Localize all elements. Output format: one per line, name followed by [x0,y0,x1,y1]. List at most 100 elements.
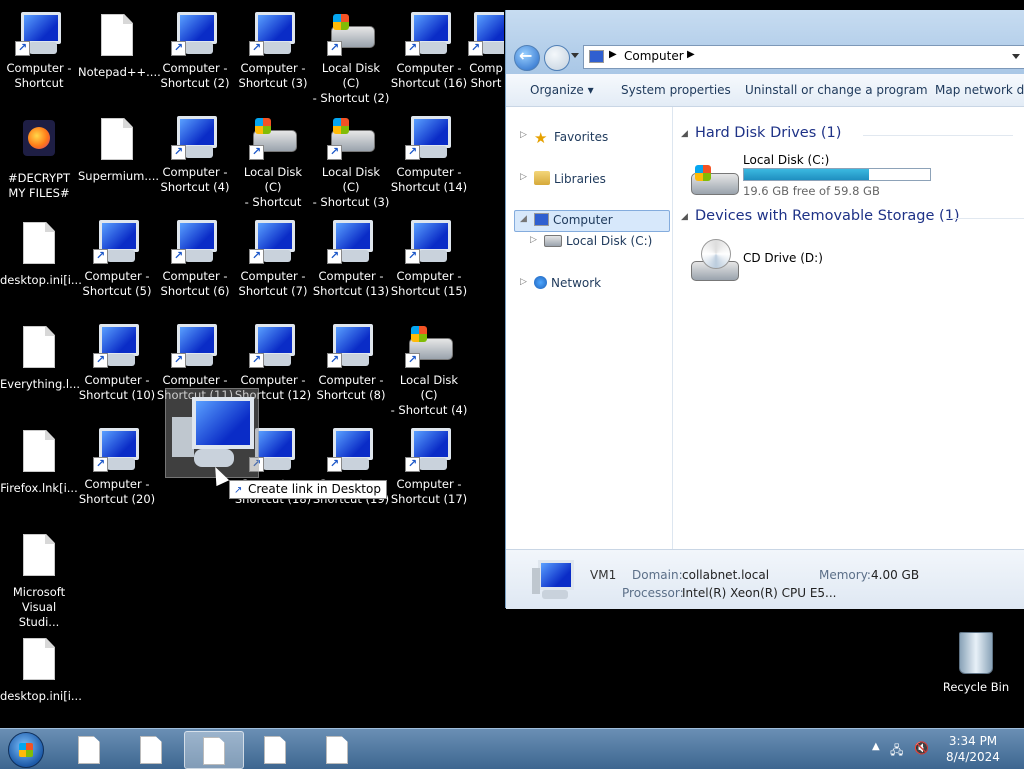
chevron-right-icon[interactable]: ▶ [609,49,617,60]
recycle-bin-icon[interactable]: Recycle Bin [940,630,1012,694]
forward-button[interactable] [544,45,570,71]
desktop-icon[interactable]: ↗ Computer - Shortcut (4) [156,114,234,195]
taskbar-item[interactable] [122,731,180,767]
local-disk-shortcut-icon: ↗ [327,10,375,58]
desktop-icon[interactable]: ↗ Computer - Shortcut (7) [234,218,312,299]
desktop-icon-label: Local Disk (C) - Shortcut [243,165,303,209]
taskbar-item[interactable] [60,731,118,767]
group-collapse-icon[interactable]: ◢ [681,212,688,222]
organize-button[interactable]: Organize ▾ [530,83,594,97]
explorer-window[interactable]: ▶ Computer ▶ Organize ▾ System propertie… [505,10,1024,609]
processor-label: Processor: [622,586,684,600]
desktop-icon[interactable]: ↗ Computer - Shortcut (14) [390,114,468,195]
desktop-icon[interactable]: ↗ Computer - Shortcut (17) [390,426,468,507]
file-icon [15,222,63,270]
desktop-icon-label: Computer - Shortcut (13) [312,269,390,298]
desktop-icon[interactable]: ↗ Computer - Shortcut (15) [390,218,468,299]
group-collapse-icon[interactable]: ◢ [681,129,688,139]
desktop-icon[interactable]: ↗ Local Disk (C) - Shortcut (3) [312,114,390,210]
address-bar[interactable]: ▶ Computer ▶ [583,45,1024,69]
desktop-icon[interactable]: #DECRYPT MY FILES# [0,114,78,201]
desktop-icon-label: Computer - Shortcut (17) [390,477,468,506]
computer-shortcut-icon: ↗ [249,10,297,58]
map-network-drive-button[interactable]: Map network driv [935,83,1024,97]
drag-ghost-computer-icon [165,388,259,478]
expand-arrow-icon[interactable]: ▷ [520,130,527,140]
desktop-icon[interactable]: Everything.l... [0,322,80,392]
cd-drive-icon[interactable] [691,239,739,281]
nav-libraries[interactable]: ▷ Libraries [520,171,606,186]
address-dropdown-icon[interactable] [1012,54,1020,59]
desktop-icon[interactable]: ↗ Computer - Shortcut (10) [78,322,156,403]
computer-shortcut-icon: ↗ [327,218,375,266]
desktop-icon-label: Computer - Shortcut (10) [78,373,156,402]
desktop-icon-label: Computer - Shortcut (6) [160,269,230,298]
system-properties-button[interactable]: System properties [621,83,731,97]
drive-d-name[interactable]: CD Drive (D:) [743,251,823,265]
nav-computer[interactable]: ◢ Computer [520,213,613,227]
group-header-removable[interactable]: Devices with Removable Storage (1) [695,208,960,224]
desktop-icon[interactable]: ↗ Computer - Shortcut (2) [156,10,234,91]
domain-label: Domain: [632,568,683,582]
chevron-down-icon: ▾ [587,83,594,97]
desktop-icon[interactable]: ↗ Local Disk (C) - Shortcut (4) [390,322,468,418]
desktop-icon[interactable]: ↗ Computer - Shortcut (5) [78,218,156,299]
desktop-icon-label: Computer - Shortcut (14) [390,165,468,194]
desktop-icon[interactable]: ↗ Computer - Shortcut (16) [390,10,468,91]
desktop-icon-label: Notepad++.... [78,65,161,79]
nav-network[interactable]: ▷ Network [520,276,601,290]
drive-c-name[interactable]: Local Disk (C:) [743,153,829,167]
computer-shortcut-icon: ↗ [249,218,297,266]
desktop-icon[interactable]: desktop.ini[i... [0,634,82,704]
desktop-icon[interactable]: ↗ Computer - Shortcut (3) [234,10,312,91]
desktop-icon-label: Computer - Shortcut (3) [238,61,308,90]
desktop-icon[interactable]: Supermium.... [78,114,159,184]
computer-shortcut-icon: ↗ [327,426,375,474]
desktop-icon[interactable]: ↗ Comp Short [468,10,504,91]
expand-arrow-icon[interactable]: ▷ [520,172,527,182]
desktop-icon[interactable]: ↗ Computer - Shortcut (8) [312,322,390,403]
desktop-icon[interactable]: Notepad++.... [78,10,161,80]
local-disk-icon[interactable] [691,161,739,197]
desktop-icon[interactable]: ↗ Computer - Shortcut (6) [156,218,234,299]
chevron-right-icon[interactable]: ▶ [687,49,695,60]
desktop-icon-label: Computer - Shortcut (8) [316,373,386,402]
uninstall-program-button[interactable]: Uninstall or change a program [745,83,928,97]
nav-favorites[interactable]: ▷ ★ Favorites [520,129,608,147]
computer-icon [528,558,576,602]
tray-expand-icon[interactable]: ▲ [872,741,880,752]
desktop-icon[interactable]: desktop.ini[i... [0,218,82,288]
group-header-hdd[interactable]: Hard Disk Drives (1) [695,125,841,141]
recent-pages-dropdown-icon[interactable] [571,53,579,58]
desktop-icon-label: Computer - Shortcut (7) [238,269,308,298]
computer-name: VM1 [590,568,617,582]
nav-local-disk[interactable]: ▷ Local Disk (C:) [530,234,652,248]
taskbar-item[interactable] [246,731,304,767]
address-location[interactable]: Computer [624,49,684,63]
collapse-arrow-icon[interactable]: ◢ [520,214,527,224]
desktop-icon[interactable]: Firefox.lnk[i... [0,426,78,496]
start-button[interactable] [8,732,44,768]
desktop-icon[interactable]: ↗ Computer - Shortcut [0,10,78,91]
computer-shortcut-icon: ↗ [171,322,219,370]
desktop-icon[interactable]: ↗ Computer - Shortcut (20) [78,426,156,507]
group-divider [947,218,1024,219]
clock[interactable]: 3:34 PM 8/4/2024 [940,733,1006,765]
trash-can-icon [959,632,993,674]
taskbar-item-active[interactable] [184,731,244,769]
details-pane: VM1 Domain: collabnet.local Memory: 4.00… [506,549,1024,609]
file-icon [326,736,348,764]
desktop-icon[interactable]: ↗ Local Disk (C) - Shortcut (2) [312,10,390,106]
volume-muted-icon[interactable]: 🔇 [914,741,929,755]
network-icon [534,276,547,289]
desktop-icon[interactable]: Microsoft Visual Studi... [0,530,78,630]
memory-label: Memory: [819,568,871,582]
expand-arrow-icon[interactable]: ▷ [520,277,527,287]
desktop-icon[interactable]: ↗ Computer - Shortcut (13) [312,218,390,299]
desktop-icon[interactable]: ↗ Local Disk (C) - Shortcut [234,114,312,210]
expand-arrow-icon[interactable]: ▷ [530,235,537,245]
back-button[interactable] [514,45,540,71]
computer-shortcut-icon: ↗ [15,10,63,58]
taskbar-item[interactable] [308,731,366,767]
network-tray-icon[interactable]: 🖧 [890,741,903,762]
